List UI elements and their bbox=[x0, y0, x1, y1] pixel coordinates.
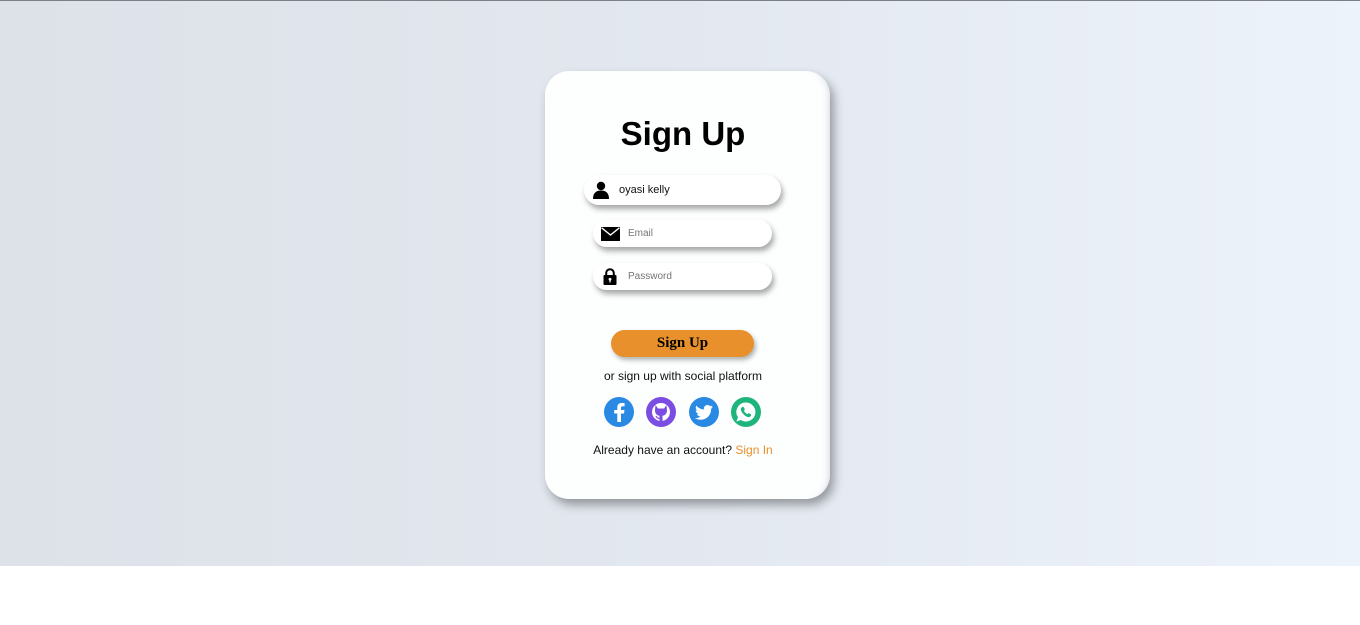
account-text: Already have an account? bbox=[593, 443, 733, 457]
facebook-icon[interactable] bbox=[604, 397, 634, 427]
social-buttons bbox=[604, 397, 764, 427]
envelope-icon bbox=[598, 224, 622, 244]
signin-link[interactable]: Sign In bbox=[735, 443, 772, 457]
page-title: Sign Up bbox=[620, 115, 746, 152]
account-prompt: Already have an account? Sign In bbox=[545, 443, 821, 457]
signup-button[interactable]: Sign Up bbox=[611, 330, 754, 357]
social-platform-text: or sign up with social platform bbox=[603, 369, 763, 383]
password-input[interactable] bbox=[628, 271, 768, 282]
email-field bbox=[593, 220, 772, 247]
password-field bbox=[593, 263, 772, 290]
whatsapp-icon[interactable] bbox=[731, 397, 761, 427]
email-input[interactable] bbox=[628, 228, 768, 239]
name-input[interactable] bbox=[619, 184, 759, 196]
signup-card: Sign Up Sign Up bbox=[545, 71, 830, 499]
twitter-icon[interactable] bbox=[689, 397, 719, 427]
name-field bbox=[584, 175, 781, 205]
user-icon bbox=[589, 180, 613, 200]
lock-icon bbox=[598, 267, 622, 287]
github-icon[interactable] bbox=[646, 397, 676, 427]
